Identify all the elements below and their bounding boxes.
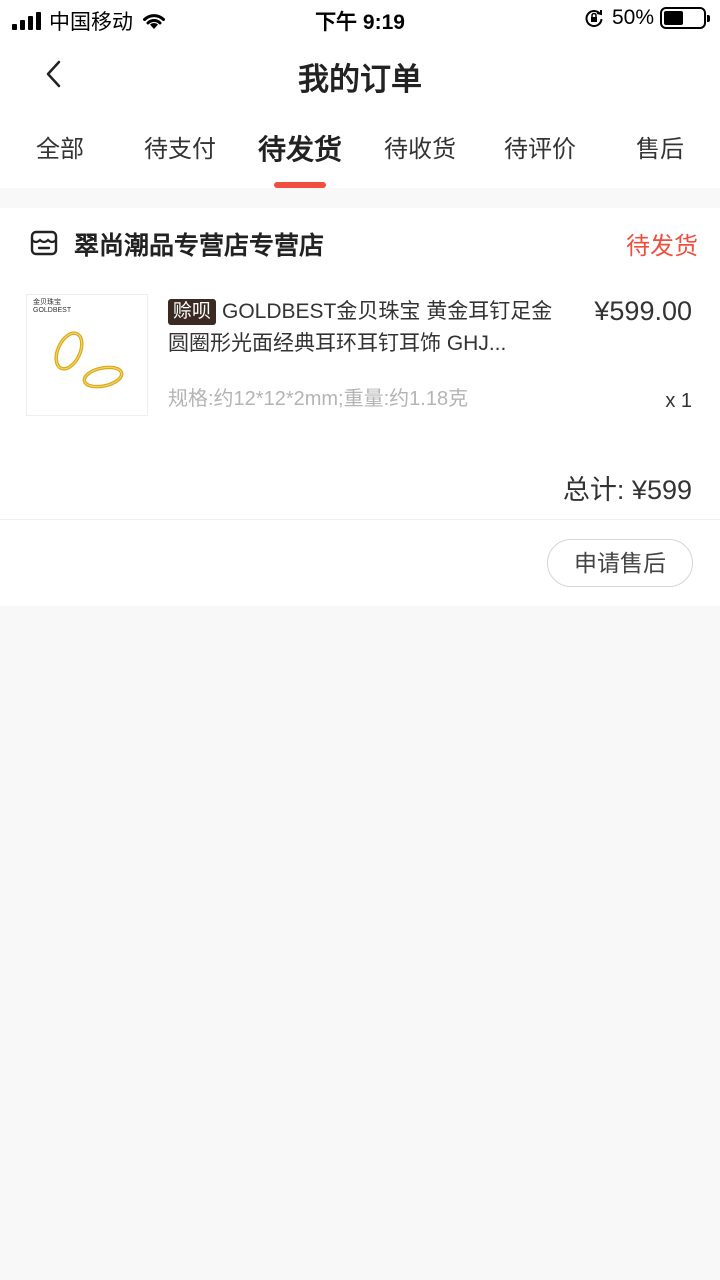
product-quantity: x 1 xyxy=(665,390,692,412)
order-total: 总计: ¥599 xyxy=(562,475,692,505)
earring-image xyxy=(54,331,124,389)
tab-after-sales[interactable]: 售后 xyxy=(600,112,720,188)
tab-all[interactable]: 全部 xyxy=(0,112,120,188)
status-bar-right: 50% xyxy=(584,6,710,30)
divider xyxy=(0,519,720,520)
product-thumbnail[interactable]: 金贝珠宝 GOLDBEST xyxy=(26,294,148,416)
product-title[interactable]: 赊呗 GOLDBEST金贝珠宝 黄金耳钉足金圆圈形光面经典耳环耳钉耳饰 GHJ..… xyxy=(168,296,556,360)
shop-row[interactable]: 翠尚潮品专营店专营店 待发货 xyxy=(0,208,720,278)
tab-pending-payment[interactable]: 待支付 xyxy=(120,112,240,188)
order-tabs: 全部 待支付 待发货 待收货 待评价 售后 xyxy=(0,112,720,188)
page-title: 我的订单 xyxy=(298,62,422,97)
battery-percent: 50% xyxy=(611,6,654,29)
nav-bar: 我的订单 xyxy=(0,36,720,112)
tab-pending-receipt[interactable]: 待收货 xyxy=(360,112,480,188)
shop-name[interactable]: 翠尚潮品专营店专营店 xyxy=(74,226,324,262)
shop-icon xyxy=(30,230,58,256)
active-tab-indicator xyxy=(274,182,326,188)
status-bar: 中国移动 下午 9:19 50% xyxy=(0,0,720,36)
order-status: 待发货 xyxy=(626,233,698,260)
order-card[interactable]: 翠尚潮品专营店专营店 待发货 金贝珠宝 GOLDBEST 赊呗 GOLDBEST金… xyxy=(0,208,720,606)
battery-icon xyxy=(660,7,710,29)
tab-pending-review[interactable]: 待评价 xyxy=(480,112,600,188)
product-title-text: GOLDBEST金贝珠宝 黄金耳钉足金圆圈形光面经典耳环耳钉耳饰 GHJ... xyxy=(168,300,553,355)
product-price: ¥599.00 xyxy=(594,296,692,326)
credit-badge: 赊呗 xyxy=(168,299,217,325)
product-spec: 规格:约12*12*2mm;重量:约1.18克 xyxy=(168,388,469,410)
tab-pending-shipment[interactable]: 待发货 xyxy=(240,112,360,188)
rotation-lock-icon xyxy=(585,10,603,28)
apply-after-sales-button[interactable]: 申请售后 xyxy=(547,539,693,587)
